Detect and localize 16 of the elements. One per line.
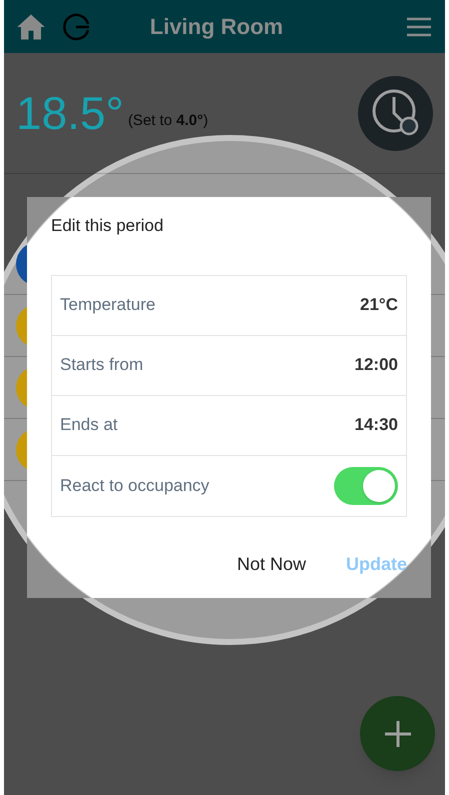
field-value[interactable]: 14:30: [354, 412, 398, 438]
room-title: Living Room: [148, 13, 284, 41]
field-value[interactable]: 12:00: [354, 352, 398, 378]
not-now-button[interactable]: Not Now: [236, 551, 306, 578]
setpoint-text: (Set to 4.0°): [128, 110, 208, 130]
occupancy-toggle[interactable]: [334, 466, 398, 504]
field-label: Temperature: [60, 294, 156, 316]
field-label: Ends at: [60, 414, 118, 436]
field-value[interactable]: 21°C: [360, 292, 398, 318]
menu-icon[interactable]: [405, 16, 433, 38]
field-label: Starts from: [60, 354, 144, 376]
dialog-title: Edit this period: [51, 215, 164, 237]
current-temperature: 18.5°: [16, 90, 124, 136]
plus-icon: [382, 718, 412, 748]
field-label: React to occupancy: [60, 474, 210, 497]
home-icon[interactable]: [16, 12, 46, 40]
